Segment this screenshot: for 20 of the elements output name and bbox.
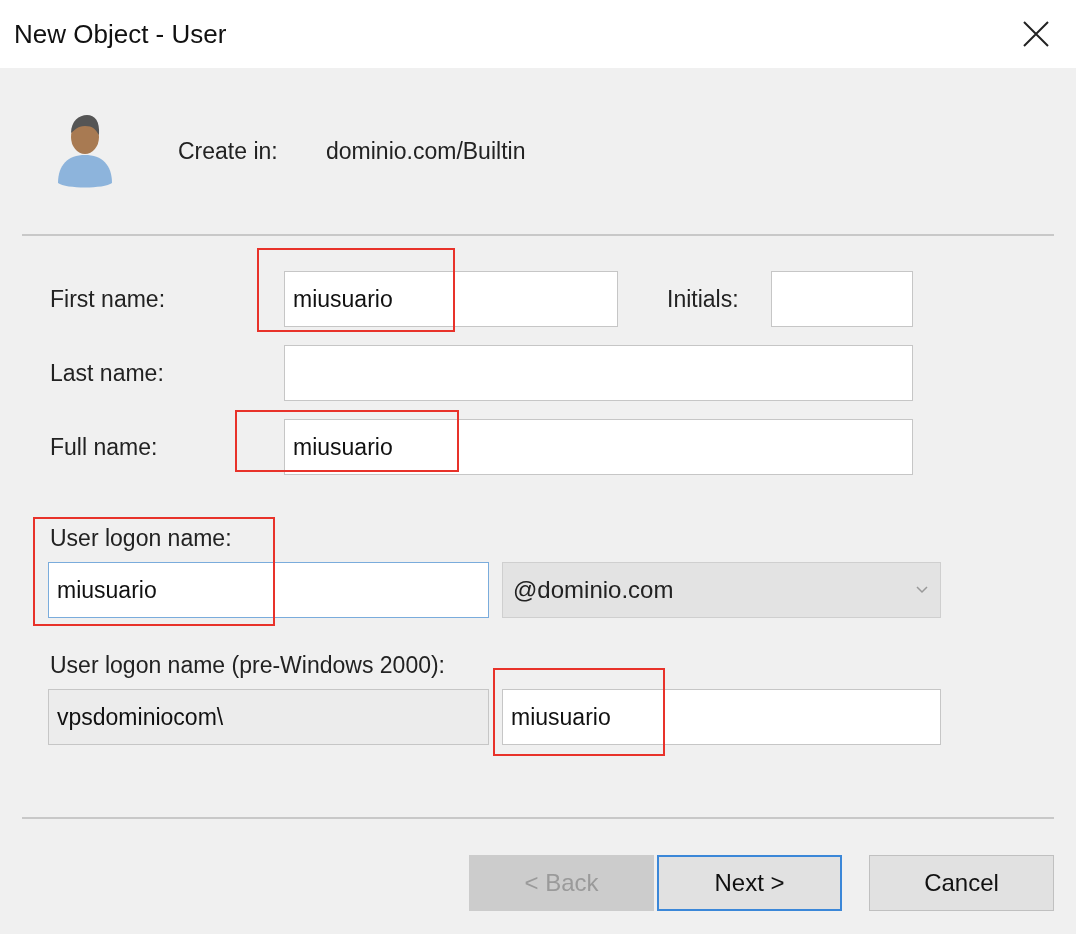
input-field[interactable]: miusuario: [502, 689, 941, 745]
field-label: User logon name (pre-Windows 2000):: [49, 652, 446, 679]
create-in-label: Create in:: [178, 137, 279, 165]
field-label: First name:: [49, 285, 167, 313]
dialog-button[interactable]: Next >: [657, 855, 842, 911]
input-field[interactable]: [771, 271, 913, 327]
window-title: New Object - User: [14, 18, 227, 50]
input-field[interactable]: miusuario: [284, 271, 618, 327]
domain-prefix-field[interactable]: vpsdominiocom\: [48, 689, 489, 745]
chevron-down-icon: [916, 586, 928, 594]
field-label: Last name:: [49, 359, 165, 387]
domain-dropdown[interactable]: @dominio.com: [502, 562, 941, 618]
field-label: Full name:: [49, 433, 159, 461]
container-path: dominio.com/Builtin: [326, 137, 526, 165]
field-label: User logon name:: [49, 525, 233, 552]
input-field[interactable]: miusuario: [284, 419, 913, 475]
dialog-button[interactable]: Cancel: [869, 855, 1054, 911]
field-label: Initials:: [667, 285, 740, 313]
input-field[interactable]: miusuario: [48, 562, 489, 618]
input-field[interactable]: [284, 345, 913, 401]
